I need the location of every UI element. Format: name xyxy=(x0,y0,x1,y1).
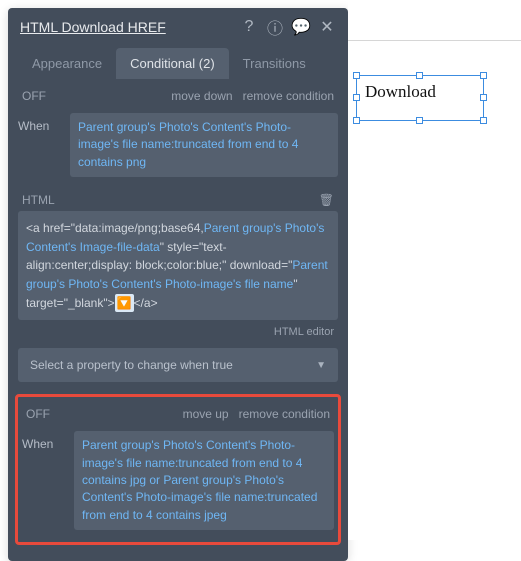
panel-body: OFF move down remove condition When Pare… xyxy=(8,79,348,561)
expression-text[interactable]: Parent group's Photo's Content's Photo-i… xyxy=(78,120,298,169)
resize-handle-br[interactable] xyxy=(480,117,487,124)
resize-handle-bl[interactable] xyxy=(353,117,360,124)
move-down-link[interactable]: move down xyxy=(171,89,232,103)
tab-transitions[interactable]: Transitions xyxy=(229,48,320,79)
when-row-2: When Parent group's Photo's Content's Ph… xyxy=(22,427,334,534)
canvas-separator xyxy=(348,40,521,41)
when-row-1: When Parent group's Photo's Content's Ph… xyxy=(18,109,338,181)
condition-state: OFF xyxy=(22,89,46,103)
remove-condition-link[interactable]: remove condition xyxy=(239,407,330,421)
html-code-box[interactable]: <a href="data:image/png;base64,Parent gr… xyxy=(18,211,338,320)
tab-bar: Appearance Conditional (2) Transitions xyxy=(8,48,348,79)
help-icon[interactable]: ? xyxy=(240,18,258,36)
when-expression-1[interactable]: Parent group's Photo's Content's Photo-i… xyxy=(70,113,338,177)
when-expression-2[interactable]: Parent group's Photo's Content's Photo-i… xyxy=(74,431,334,530)
html-literal: </a> xyxy=(134,296,158,310)
when-label: When xyxy=(18,113,60,133)
remove-condition-link[interactable]: remove condition xyxy=(243,89,334,103)
property-editor-panel: HTML Download HREF ? ⓘ 💬 ✕ Appearance Co… xyxy=(8,8,348,561)
condition-1-header: OFF move down remove condition xyxy=(18,79,338,109)
comment-icon[interactable]: 💬 xyxy=(292,18,310,36)
trash-icon[interactable]: 🗑 xyxy=(319,193,334,207)
html-editor-link[interactable]: HTML editor xyxy=(18,320,338,348)
html-head: HTML 🗑 xyxy=(18,181,338,211)
resize-handle-ml[interactable] xyxy=(353,94,360,101)
when-label: When xyxy=(22,431,64,451)
resize-handle-tm[interactable] xyxy=(416,72,423,79)
resize-handle-mr[interactable] xyxy=(480,94,487,101)
close-icon[interactable]: ✕ xyxy=(318,18,336,36)
expression-text[interactable]: Parent group's Photo's Content's Photo-i… xyxy=(82,438,317,522)
download-text: Download xyxy=(365,82,436,102)
property-select[interactable]: Select a property to change when true ▼ xyxy=(18,348,338,382)
info-icon[interactable]: ⓘ xyxy=(266,18,284,36)
panel-title[interactable]: HTML Download HREF xyxy=(20,19,240,35)
tab-appearance[interactable]: Appearance xyxy=(18,48,116,79)
move-up-link[interactable]: move up xyxy=(183,407,229,421)
condition-2-highlight: OFF move up remove condition When Parent… xyxy=(15,394,341,545)
resize-handle-tr[interactable] xyxy=(480,72,487,79)
html-literal: <a href="data:image/png;base64, xyxy=(26,221,204,235)
select-placeholder: Select a property to change when true xyxy=(30,358,233,372)
condition-state: OFF xyxy=(26,407,50,421)
triangle-icon[interactable]: 🔽 xyxy=(115,294,134,313)
condition-2-header: OFF move up remove condition xyxy=(22,403,334,427)
resize-handle-bm[interactable] xyxy=(416,117,423,124)
panel-header[interactable]: HTML Download HREF ? ⓘ 💬 ✕ xyxy=(8,8,348,44)
tab-conditional[interactable]: Conditional (2) xyxy=(116,48,229,79)
chevron-down-icon: ▼ xyxy=(316,360,326,371)
html-label: HTML xyxy=(22,193,55,207)
download-element[interactable]: Download xyxy=(356,75,484,121)
resize-handle-tl[interactable] xyxy=(353,72,360,79)
